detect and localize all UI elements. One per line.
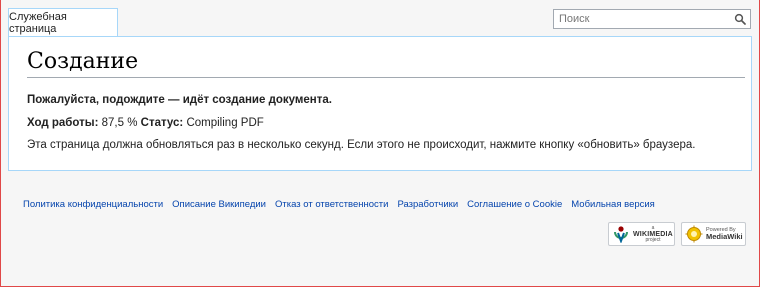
tab-label: Служебная страница <box>9 11 67 35</box>
wikimedia-badge[interactable]: a WIKIMEDIA project <box>608 222 675 246</box>
wikimedia-badge-line3: project <box>645 236 661 243</box>
wait-message: Пожалуйста, подождите — идёт создание до… <box>27 94 332 106</box>
mediawiki-logo-icon <box>685 225 703 243</box>
footer-link-mobile[interactable]: Мобильная версия <box>571 199 655 210</box>
search-input[interactable] <box>559 13 729 25</box>
mediawiki-badge[interactable]: Powered By MediaWiki <box>681 222 746 246</box>
title-divider <box>27 77 745 78</box>
tab-special-page[interactable]: Служебная страница <box>8 8 118 37</box>
footer-link-disclaimer[interactable]: Отказ от ответственности <box>275 199 388 210</box>
footer-link-cookie[interactable]: Соглашение о Cookie <box>467 199 562 210</box>
search-icon[interactable] <box>734 13 746 25</box>
progress-line: Ход работы: 87,5 % Статус: Compiling PDF <box>27 117 264 129</box>
wikimedia-logo-icon <box>614 226 628 243</box>
footer-link-about[interactable]: Описание Википедии <box>172 199 266 210</box>
footer-link-developers[interactable]: Разработчики <box>397 199 458 210</box>
status-value: Compiling PDF <box>186 117 264 129</box>
content-area: Создание Пожалуйста, подождите — идёт со… <box>8 36 752 171</box>
progress-value: 87,5 % <box>101 117 138 129</box>
footer-link-privacy[interactable]: Политика конфиденциальности <box>23 199 163 210</box>
refresh-note: Эта страница должна обновляться раз в не… <box>27 139 696 151</box>
mediawiki-badge-line2: MediaWiki <box>706 232 743 241</box>
status-label: Статус: <box>140 117 184 129</box>
progress-label: Ход работы: <box>27 117 99 129</box>
page-title: Создание <box>27 49 139 74</box>
footer-links: Политика конфиденциальности Описание Вик… <box>23 199 664 210</box>
search-box <box>553 9 751 29</box>
